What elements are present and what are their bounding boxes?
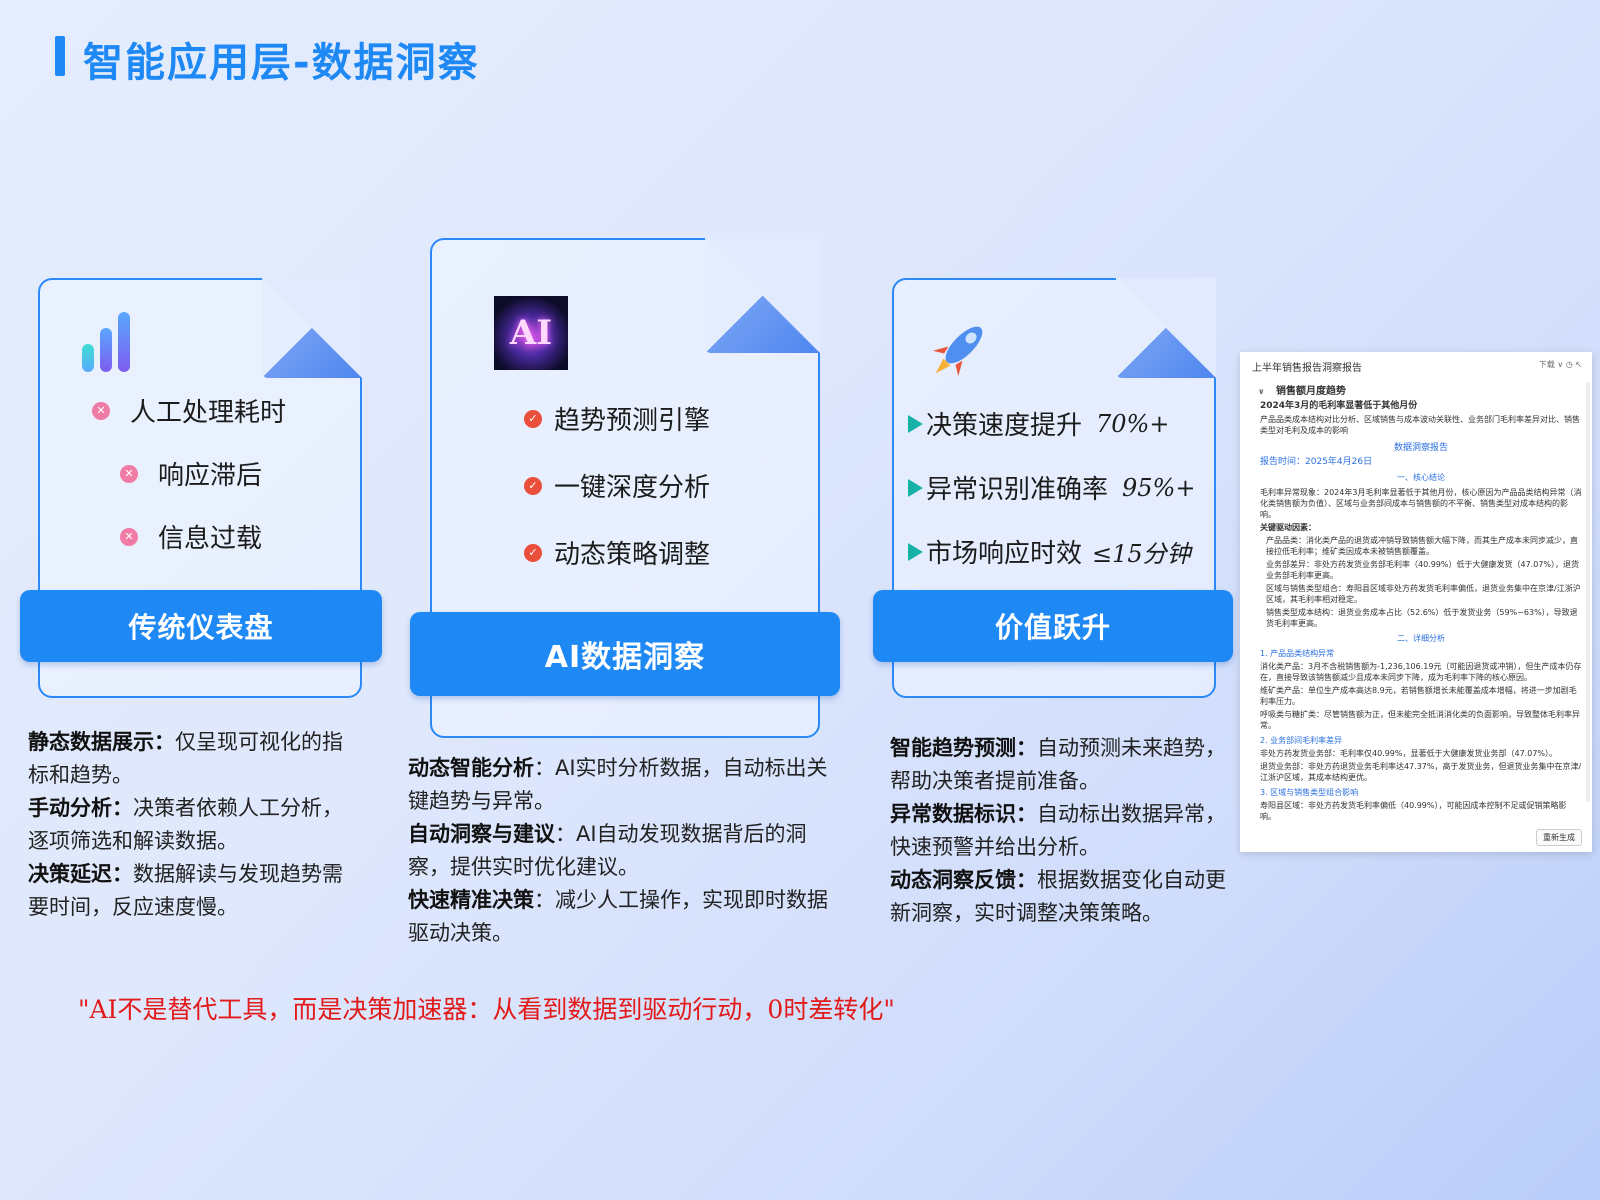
description-line: 决策延迟：数据解读与发现趋势需要时间，反应速度慢。 [28, 858, 363, 924]
metric-item: 市场响应时效 ≤15分钟 [908, 533, 1191, 570]
description-head: 静态数据展示： [28, 730, 175, 754]
description-head: 自动洞察与建议 [408, 822, 555, 846]
bullet-item: ✕ 人工处理耗时 [92, 392, 286, 429]
description-head: 动态智能分析 [408, 756, 534, 780]
chevron-down-icon: ∨ [1258, 387, 1265, 396]
bullet-label: 一键深度分析 [554, 473, 711, 503]
report-line: 呼吸类与糖扩类：尽管销售额为正，但未能完全抵消消化类的负面影响，导致整体毛利率异… [1260, 710, 1580, 730]
insight-report-panel: 上半年销售报告洞察报告 下载 ∨ ◷ ↖ ∨ 销售额月度趋势 2024年3月的毛… [1240, 352, 1592, 852]
metric-label: 异常识别准确率 [926, 475, 1109, 505]
ai-image: AI [494, 296, 568, 370]
arrow-icon [908, 478, 923, 497]
report-subsection: 2. 业务部间毛利率差异 [1260, 736, 1343, 745]
check-icon: ✓ [524, 543, 542, 562]
report-line: 非处方药发货业务部：毛利率仅40.99%，显著低于大健康发货业务部（47.07%… [1260, 749, 1558, 758]
report-subsection: 3. 区域与销售类型组合影响 [1260, 788, 1359, 797]
description-line: 异常数据标识：自动标出数据异常，快速预警并给出分析。 [890, 798, 1230, 864]
slogan-quote: "AI不是替代工具，而是决策加速器：从看到数据到驱动行动，0时差转化" [78, 995, 895, 1024]
traditional-banner: 传统仪表盘 [20, 590, 382, 662]
report-line: 区域与销售类型组合：寿阳县区域非处方药发货毛利率偏低，退货业务集中在京津/江浙沪… [1266, 584, 1581, 604]
report-time: 报告时间：2025年4月26日 [1260, 457, 1373, 467]
report-line: 产品品类：消化类产品的退货或冲销导致销售额大幅下降，而其生产成本未同步减少，直接… [1266, 536, 1578, 556]
description-line: 动态智能分析：AI实时分析数据，自动标出关键趋势与异常。 [408, 752, 828, 818]
description-line: 自动洞察与建议：AI自动发现数据背后的洞察，提供实时优化建议。 [408, 818, 828, 884]
report-line: 销售类型成本结构：退货业务成本占比（52.6%）低于发货业务（59%~63%），… [1266, 608, 1578, 628]
regenerate-button[interactable]: 重新生成 [1536, 829, 1582, 846]
traditional-description: 静态数据展示：仅呈现可视化的指标和趋势。 手动分析：决策者依赖人工分析，逐项筛选… [28, 726, 363, 924]
description-head: 手动分析： [28, 796, 133, 820]
report-line: 关键驱动因素： [1260, 523, 1316, 532]
bullet-label: 人工处理耗时 [130, 398, 287, 428]
metric-label: 决策速度提升 [926, 411, 1083, 441]
report-line: 寿阳县区域：非处方药发货毛利率偏低（40.99%），可能因成本控制不足或促销策略… [1260, 801, 1567, 821]
description-head: 决策延迟： [28, 862, 133, 886]
report-line: 毛利率异常现象：2024年3月毛利率显著低于其他月份，核心原因为产品品类结构异常… [1260, 488, 1582, 519]
ai-image-text: AI [509, 313, 553, 353]
bullet-item: ✓ 一键深度分析 [524, 467, 710, 504]
report-line: 退货业务部：非处方药退货业务毛利率达47.37%，高于发货业务，但退货业务集中在… [1260, 762, 1582, 782]
arrow-icon [908, 414, 923, 433]
bullet-label: 动态策略调整 [554, 540, 711, 570]
report-body: 2024年3月的毛利率显著低于其他月份 产品品类成本结构对比分析、区域销售与成本… [1240, 401, 1592, 822]
report-title: 上半年销售报告洞察报告 [1252, 363, 1362, 374]
ai-banner: AI数据洞察 [410, 612, 840, 696]
report-subsection: 1. 产品品类结构异常 [1260, 649, 1335, 658]
metric-item: 决策速度提升 70%+ [908, 405, 1169, 442]
rocket-icon [932, 326, 983, 377]
title-accent-bar [55, 36, 65, 76]
ai-description: 动态智能分析：AI实时分析数据，自动标出关键趋势与异常。 自动洞察与建议：AI自… [408, 752, 828, 950]
description-line: 智能趋势预测：自动预测未来趋势，帮助决策者提前准备。 [890, 732, 1230, 798]
bullet-label: 趋势预测引擎 [554, 406, 711, 436]
description-line: 动态洞察反馈：根据数据变化自动更新洞察，实时调整决策策略。 [890, 864, 1230, 930]
metric-value: 70%+ [1096, 409, 1170, 438]
report-intro: 产品品类成本结构对比分析、区域销售与成本波动关联性、业务部门毛利率差异对比、销售… [1260, 415, 1580, 435]
x-mark-icon: ✕ [120, 464, 138, 483]
x-mark-icon: ✕ [120, 527, 138, 546]
metric-item: 异常识别准确率 95%+ [908, 469, 1195, 506]
bullet-item: ✓ 动态策略调整 [524, 534, 710, 571]
page-title: 智能应用层-数据洞察 [83, 40, 480, 86]
description-head: 动态洞察反馈： [890, 868, 1037, 892]
description-head: 快速精准决策 [408, 888, 534, 912]
report-section-title: 销售额月度趋势 [1275, 386, 1346, 397]
bar-chart-icon [82, 312, 130, 372]
report-toolbar[interactable]: 下载 ∨ ◷ ↖ [1539, 359, 1582, 374]
arrow-icon [908, 542, 923, 561]
bullet-item: ✕ 信息过载 [120, 518, 262, 555]
report-section-toggle[interactable]: ∨ 销售额月度趋势 [1240, 378, 1592, 401]
bullet-label: 响应滞后 [158, 461, 263, 491]
check-icon: ✓ [524, 476, 542, 495]
report-line: 消化类产品：3月不含税销售额为-1,236,106.19元（可能因退货或冲销），… [1260, 662, 1582, 682]
metric-value: 95%+ [1122, 473, 1196, 502]
report-header: 上半年销售报告洞察报告 下载 ∨ ◷ ↖ [1240, 352, 1592, 378]
description-line: 快速精准决策：减少人工操作，实现即时数据驱动决策。 [408, 884, 828, 950]
metric-value: ≤15分钟 [1092, 540, 1191, 568]
description-head: 异常数据标识： [890, 802, 1037, 826]
report-line: 维矿类产品：单位生产成本高达8.9元，若销售额增长未能覆盖成本增幅，将进一步加剧… [1260, 686, 1577, 706]
report-label: 数据洞察报告 [1393, 443, 1448, 453]
report-core-title: 一、核心结论 [1397, 473, 1445, 482]
report-line: 业务部差异：非处方药发货业务部毛利率（40.99%）低于大健康发货（47.07%… [1266, 560, 1580, 580]
description-line: 静态数据展示：仅呈现可视化的指标和趋势。 [28, 726, 363, 792]
metric-label: 市场响应时效 [926, 539, 1083, 569]
description-line: 手动分析：决策者依赖人工分析，逐项筛选和解读数据。 [28, 792, 363, 858]
bullet-label: 信息过载 [158, 524, 263, 554]
report-detail-title: 二、详细分析 [1397, 634, 1445, 643]
description-head: 智能趋势预测： [890, 736, 1037, 760]
report-headline: 2024年3月的毛利率显著低于其他月份 [1260, 401, 1418, 411]
report-scrollbar[interactable] [1586, 382, 1590, 802]
value-banner: 价值跃升 [873, 590, 1233, 662]
check-icon: ✓ [524, 409, 542, 428]
bullet-item: ✓ 趋势预测引擎 [524, 400, 710, 437]
bullet-item: ✕ 响应滞后 [120, 455, 262, 492]
x-mark-icon: ✕ [92, 401, 110, 420]
value-description: 智能趋势预测：自动预测未来趋势，帮助决策者提前准备。 异常数据标识：自动标出数据… [890, 732, 1230, 930]
